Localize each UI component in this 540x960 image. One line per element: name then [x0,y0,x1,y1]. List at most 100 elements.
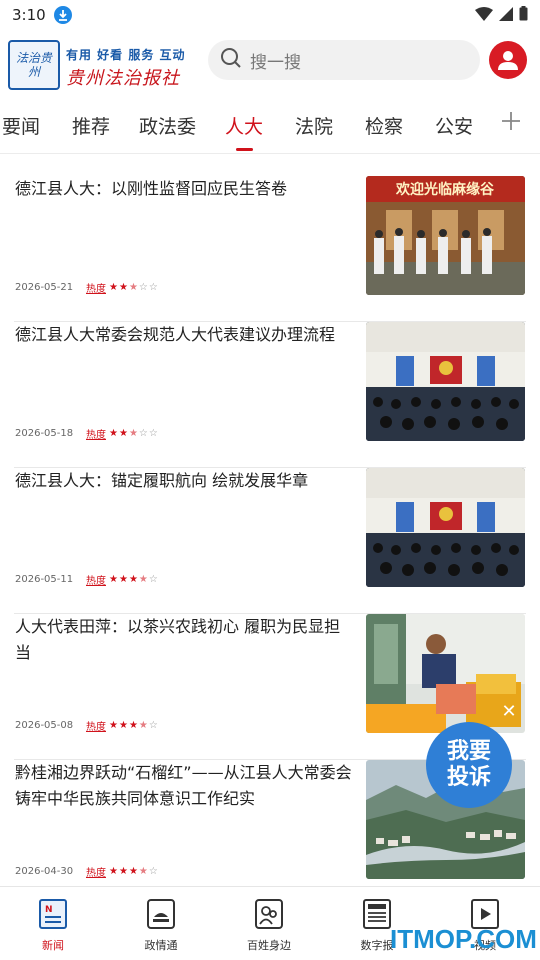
news-item[interactable]: 德江县人大：以刚性监督回应民生答卷 2026-05-21 热度 ★★★☆☆ 欢迎… [0,176,540,322]
news-heat: 热度 ★★★☆☆ [86,280,159,295]
heat-star-icon: ★ [109,866,118,877]
user-icon [498,51,518,70]
heat-star-icon: ☆ [148,574,158,585]
complaint-button[interactable]: 我要 投诉 [426,722,512,808]
battery-icon [519,5,528,25]
news-thumbnail[interactable] [366,322,525,441]
svg-text:N: N [45,905,53,915]
heat-stars: ★★★★☆ [109,720,159,731]
header: 法治贵州 有用 好看 服务 互动 贵州法治报社 搜一搜 [0,30,540,92]
search-input[interactable]: 搜一搜 [208,40,480,80]
download-icon [53,6,72,24]
wifi-icon [475,6,493,25]
watermark: ITMOP.COM [390,924,537,954]
nav-label: 新闻 [42,939,64,952]
news-title[interactable]: 人大代表田萍：以茶兴农践初心 履职为民显担当 [15,614,355,666]
heat-star-icon: ☆ [148,428,158,439]
heat-stars: ★★★☆☆ [109,428,159,439]
heat-star-icon: ☆ [138,428,148,439]
complaint-label-line1: 我要 [446,739,491,764]
nav-people[interactable]: 百姓身边 [229,897,309,957]
heat-star-icon: ☆ [148,866,158,877]
category-tabs: 要闻 推荐 政法委 人大 法院 检察 公安 [0,100,540,154]
close-icon[interactable]: ✕ [498,700,520,722]
logo-slogan: 有用 好看 服务 互动 [66,48,186,62]
news-heat: 热度 ★★★★☆ [86,572,159,587]
tab-zhengfawei[interactable]: 政法委 [139,112,196,139]
tab-jiancha[interactable]: 检察 [365,112,403,139]
people-icon [255,899,283,929]
heat-star-icon: ☆ [138,282,148,293]
complaint-label-line2: 投诉 [446,765,491,790]
search-placeholder: 搜一搜 [250,52,301,73]
heat-star-icon: ★ [109,282,118,293]
news-heat: 热度 ★★★☆☆ [86,426,159,441]
heat-star-icon: ☆ [148,720,158,731]
heat-star-icon: ★ [109,574,118,585]
thumb-banner-text: 欢迎光临麻缘谷 [395,181,495,198]
heat-label: 热度 [86,868,106,879]
news-date: 2026-05-21 [15,282,74,293]
heat-star-icon: ★ [118,866,128,877]
tab-yaowen[interactable]: 要闻 [2,112,40,139]
news-thumbnail[interactable]: 欢迎光临麻缘谷 [366,176,525,295]
heat-stars: ★★★★☆ [109,574,159,585]
news-heat: 热度 ★★★★☆ [86,718,159,733]
heat-star-icon: ★ [109,720,118,731]
heat-star-icon: ★ [118,428,128,439]
heat-star-icon: ★ [109,428,118,439]
heat-star-icon: ★ [128,720,138,731]
nav-government[interactable]: 政情通 [121,897,201,957]
logo-seal-text: 法治贵州 [15,51,52,79]
news-item[interactable]: 德江县人大常委会规范人大代表建议办理流程 2026-05-18 热度 ★★★☆☆ [0,322,540,468]
news-date: 2026-05-18 [15,428,74,439]
tab-fayuan[interactable]: 法院 [295,112,333,139]
nav-news[interactable]: N 新闻 [13,897,93,957]
user-avatar-button[interactable] [489,41,527,79]
newspaper-icon [363,899,391,929]
heat-star-icon: ★ [128,574,138,585]
search-icon [220,47,242,73]
news-date: 2026-04-30 [15,866,74,877]
nav-label: 政情通 [144,939,178,952]
heat-star-icon: ★ [128,428,138,439]
tab-gongan[interactable]: 公安 [435,112,473,139]
heat-star-icon: ★ [138,574,148,585]
news-thumbnail[interactable] [366,468,525,587]
news-date: 2026-05-11 [15,574,74,585]
heat-label: 热度 [86,722,106,733]
news-title[interactable]: 德江县人大常委会规范人大代表建议办理流程 [15,322,355,348]
heat-star-icon: ★ [128,866,138,877]
heat-stars: ★★★☆☆ [109,282,159,293]
nav-label: 百姓身边 [247,939,291,952]
news-icon: N [39,899,67,929]
status-bar: 3:10 [0,0,540,30]
signal-icon [499,6,513,25]
news-title[interactable]: 德江县人大：锚定履职航向 绘就发展华章 [15,468,355,494]
heat-star-icon: ★ [118,282,128,293]
heat-star-icon: ★ [138,866,148,877]
heat-star-icon: ★ [138,720,148,731]
tab-renda[interactable]: 人大 [225,112,263,139]
heat-label: 热度 [86,430,106,441]
heat-star-icon: ★ [118,720,128,731]
logo-name: 贵州法治报社 [66,68,180,89]
logo-seal: 法治贵州 [8,40,60,90]
heat-label: 热度 [86,576,106,587]
heat-star-icon: ★ [118,574,128,585]
active-tab-indicator [236,148,253,151]
government-icon [147,899,175,929]
news-date: 2026-05-08 [15,720,74,731]
heat-stars: ★★★★☆ [109,866,159,877]
news-item[interactable]: 德江县人大：锚定履职航向 绘就发展华章 2026-05-11 热度 ★★★★☆ [0,468,540,614]
news-title[interactable]: 德江县人大：以刚性监督回应民生答卷 [15,176,355,202]
add-tab-icon[interactable] [500,110,522,132]
app-logo: 法治贵州 有用 好看 服务 互动 贵州法治报社 [8,40,200,90]
news-title[interactable]: 黔桂湘边界跃动“石榴红”——从江县人大常委会铸牢中华民族共同体意识工作纪实 [15,760,355,812]
heat-star-icon: ☆ [148,282,158,293]
heat-label: 热度 [86,284,106,295]
news-heat: 热度 ★★★★☆ [86,864,159,879]
tab-tuijian[interactable]: 推荐 [72,112,110,139]
status-time: 3:10 [12,6,46,24]
heat-star-icon: ★ [128,282,138,293]
